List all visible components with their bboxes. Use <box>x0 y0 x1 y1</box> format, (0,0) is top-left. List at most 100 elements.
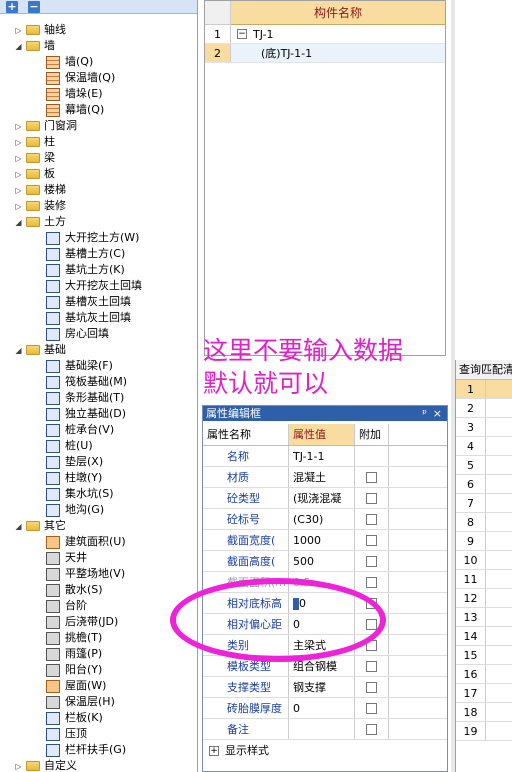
extra-checkbox[interactable] <box>366 681 377 693</box>
property-value[interactable]: 500 <box>289 551 355 571</box>
tree-item[interactable]: 墙垛(E) <box>46 86 103 102</box>
property-row[interactable]: 备注 <box>203 719 447 740</box>
tree-folder[interactable]: ▷ 自定义 <box>14 758 77 772</box>
tree-item[interactable]: 建筑面积(U) <box>46 534 126 550</box>
tree-item[interactable]: 基坑灰土回填 <box>46 310 131 326</box>
tree-item[interactable]: 墙(Q) <box>46 54 93 70</box>
expand-icon[interactable]: ▷ <box>14 170 23 179</box>
collapse-icon[interactable]: ◢ <box>14 522 23 531</box>
extra-checkbox[interactable] <box>366 534 377 546</box>
tree-item[interactable]: 独立基础(D) <box>46 406 126 422</box>
property-row[interactable]: 材质 混凝土 <box>203 467 447 488</box>
tree-item[interactable]: 栏板(K) <box>46 710 103 726</box>
collapse-icon[interactable]: − <box>237 29 247 39</box>
table-row[interactable]: 1 <box>456 380 512 399</box>
table-row[interactable]: 2 <box>456 399 512 418</box>
tree-item[interactable]: 屋面(W) <box>46 678 106 694</box>
tree-item[interactable]: 保温墙(Q) <box>46 70 115 86</box>
tree-item[interactable]: 基槽土方(C) <box>46 246 125 262</box>
table-row[interactable]: 10 <box>456 551 512 570</box>
property-row[interactable]: 截面宽度(1000 <box>203 530 447 551</box>
tree-folder[interactable]: ◢ 其它 <box>14 518 66 534</box>
extra-checkbox[interactable] <box>366 555 377 567</box>
tree-item[interactable]: 压顶 <box>46 726 87 742</box>
tree-item[interactable]: 阳台(Y) <box>46 662 102 678</box>
property-row[interactable]: 砖胎膜厚度 0 <box>203 698 447 719</box>
tree-item[interactable]: 散水(S) <box>46 582 103 598</box>
tree-item[interactable]: 基坑土方(K) <box>46 262 125 278</box>
expand-icon[interactable]: ▷ <box>14 202 23 211</box>
extra-checkbox[interactable] <box>366 660 377 672</box>
extra-checkbox[interactable] <box>366 702 377 714</box>
tree-item[interactable]: 后浇带(JD) <box>46 614 118 630</box>
table-row[interactable]: 14 <box>456 627 512 646</box>
tree-folder[interactable]: ◢ 土方 <box>14 214 66 230</box>
table-row[interactable]: 11 <box>456 570 512 589</box>
property-row[interactable]: 名称 TJ-1-1 <box>203 446 447 467</box>
column-header-component-name[interactable]: 构件名称 <box>231 1 445 25</box>
tree-item[interactable]: 挑檐(T) <box>46 630 102 646</box>
property-value[interactable]: 0 <box>289 698 355 718</box>
tree-item[interactable]: 保温层(H) <box>46 694 115 710</box>
table-row[interactable]: 2 (底)TJ-1-1 <box>205 44 445 63</box>
tree-item[interactable]: 天井 <box>46 550 87 566</box>
tree-folder[interactable]: ◢ 基础 <box>14 342 66 358</box>
close-icon[interactable]: × <box>433 406 442 421</box>
tree-folder[interactable]: ◢ 墙 <box>14 38 55 54</box>
property-row[interactable]: 砼标号 (C30) <box>203 509 447 530</box>
property-value[interactable]: (现浇混凝 <box>289 488 355 508</box>
table-row[interactable]: 4 <box>456 437 512 456</box>
table-row[interactable]: 12 <box>456 589 512 608</box>
table-row[interactable]: 8 <box>456 513 512 532</box>
extra-checkbox[interactable] <box>366 513 377 525</box>
tree-item[interactable]: 栏杆扶手(G) <box>46 742 126 758</box>
table-row[interactable]: 16 <box>456 665 512 684</box>
property-value[interactable] <box>289 719 355 739</box>
property-value[interactable]: 钢支撑 <box>289 677 355 697</box>
extra-checkbox[interactable] <box>366 492 377 504</box>
property-value[interactable]: TJ-1-1 <box>289 446 355 466</box>
table-row[interactable]: 7 <box>456 494 512 513</box>
table-row[interactable]: 1 − TJ-1 <box>205 25 445 44</box>
tree-folder[interactable]: ▷ 梁 <box>14 150 55 166</box>
tree-item[interactable]: 幕墙(Q) <box>46 102 104 118</box>
tree-item[interactable]: 基础梁(F) <box>46 358 113 374</box>
table-row[interactable]: 6 <box>456 475 512 494</box>
tree-item[interactable]: 桩承台(V) <box>46 422 114 438</box>
table-row[interactable]: 15 <box>456 646 512 665</box>
display-style-row[interactable]: + 显示样式 <box>203 740 447 761</box>
tree-item[interactable]: 雨篷(P) <box>46 646 102 662</box>
tree-item[interactable]: 垫层(X) <box>46 454 103 470</box>
property-value[interactable]: 1000 <box>289 530 355 550</box>
expand-icon[interactable]: ▷ <box>14 154 23 163</box>
tree-item[interactable]: 柱墩(Y) <box>46 470 102 486</box>
property-value[interactable]: (C30) <box>289 509 355 529</box>
property-row[interactable]: 截面高度(500 <box>203 551 447 572</box>
tree-item[interactable]: 集水坑(S) <box>46 486 114 502</box>
tree-item[interactable]: 大开挖土方(W) <box>46 230 139 246</box>
tree-item[interactable]: 大开挖灰土回填 <box>46 278 142 294</box>
expand-icon[interactable]: ▷ <box>14 762 23 771</box>
tree-item[interactable]: 条形基础(T) <box>46 390 124 406</box>
property-value[interactable]: 混凝土 <box>289 467 355 487</box>
expand-icon[interactable]: ▷ <box>14 138 23 147</box>
table-row[interactable]: 3 <box>456 418 512 437</box>
table-row[interactable]: 9 <box>456 532 512 551</box>
tree-folder[interactable]: ▷ 轴线 <box>14 22 66 38</box>
property-row[interactable]: 支撑类型 钢支撑 <box>203 677 447 698</box>
collapse-icon[interactable]: ◢ <box>14 218 23 227</box>
tree-folder[interactable]: ▷ 柱 <box>14 134 55 150</box>
remove-icon[interactable]: − <box>28 0 40 13</box>
collapse-icon[interactable]: ◢ <box>14 346 23 355</box>
extra-checkbox[interactable] <box>366 576 377 588</box>
tree-item[interactable]: 平整场地(V) <box>46 566 125 582</box>
expand-icon[interactable]: + <box>209 745 219 756</box>
collapse-icon[interactable]: ◢ <box>14 42 23 51</box>
table-row[interactable]: 18 <box>456 703 512 722</box>
property-row[interactable]: 砼类型 (现浇混凝 <box>203 488 447 509</box>
table-row[interactable]: 19 <box>456 722 512 741</box>
tree-item[interactable]: 筏板基础(M) <box>46 374 127 390</box>
tree-folder[interactable]: ▷ 楼梯 <box>14 182 66 198</box>
tree-item[interactable]: 桩(U) <box>46 438 93 454</box>
extra-checkbox[interactable] <box>366 723 377 735</box>
